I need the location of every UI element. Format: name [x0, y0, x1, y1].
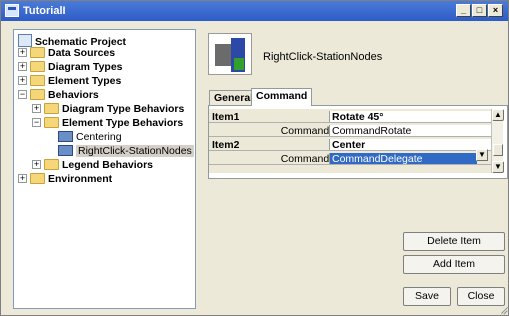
folder-icon: [30, 173, 45, 184]
grid-divider: [209, 164, 491, 165]
tree-item-behaviors[interactable]: Behaviors: [30, 88, 99, 102]
project-tree[interactable]: Schematic Project + Data Sources + Diagr…: [13, 29, 196, 309]
expand-diagram-type-behaviors-icon[interactable]: +: [32, 104, 41, 113]
expand-data-sources-icon[interactable]: +: [18, 48, 27, 57]
scroll-up-icon[interactable]: ▲: [492, 109, 504, 121]
tree-item-element-type-behaviors[interactable]: Element Type Behaviors: [44, 116, 183, 130]
tree-item-label: Centering: [76, 131, 122, 143]
tree-item-label: Data Sources: [48, 47, 116, 59]
delete-item-button[interactable]: Delete Item: [403, 232, 505, 251]
folder-icon: [30, 47, 45, 58]
collapse-element-type-behaviors-icon[interactable]: −: [32, 118, 41, 127]
folder-icon: [44, 159, 59, 170]
behavior-header-icon: [208, 33, 252, 75]
tree-item-label: Diagram Types: [48, 61, 123, 73]
maximize-icon[interactable]: □: [472, 4, 487, 17]
scroll-thumb[interactable]: [493, 144, 503, 156]
folder-icon: [30, 75, 45, 86]
close-icon[interactable]: ×: [488, 4, 503, 17]
tree-item-diagram-type-behaviors[interactable]: Diagram Type Behaviors: [44, 102, 184, 116]
expand-environment-icon[interactable]: +: [18, 174, 27, 183]
grid-divider: [209, 122, 491, 123]
folder-icon: [30, 61, 45, 72]
collapse-behaviors-icon[interactable]: −: [18, 90, 27, 99]
close-button[interactable]: Close: [457, 287, 505, 306]
expand-element-types-icon[interactable]: +: [18, 76, 27, 85]
tree-item-label: Element Type Behaviors: [62, 117, 184, 129]
tree-item-label: Element Types: [48, 75, 122, 87]
tree-item-diagram-types[interactable]: Diagram Types: [30, 60, 123, 74]
tree-item-rightclick-stationnodes[interactable]: RightClick-StationNodes: [58, 144, 194, 158]
tree-item-environment[interactable]: Environment: [30, 172, 112, 186]
open-folder-icon: [30, 89, 45, 100]
tree-item-legend-behaviors[interactable]: Legend Behaviors: [44, 158, 153, 172]
tree-item-label: Behaviors: [48, 89, 99, 101]
tree-item-data-sources[interactable]: Data Sources: [30, 46, 115, 60]
open-folder-icon: [44, 117, 59, 128]
app-icon: [5, 4, 19, 17]
tree-item-label: Environment: [48, 173, 113, 185]
add-item-button[interactable]: Add Item: [403, 255, 505, 274]
behavior-name-label: RightClick-StationNodes: [263, 51, 383, 63]
save-button[interactable]: Save: [403, 287, 451, 306]
main-window: TutorialI _ □ × Schematic Project + Data…: [0, 0, 509, 316]
tree-item-centering[interactable]: Centering: [58, 130, 122, 144]
window-title: TutorialI: [23, 5, 66, 17]
expand-diagram-types-icon[interactable]: +: [18, 62, 27, 71]
resize-grip-icon[interactable]: [498, 305, 508, 315]
tree-item-label: RightClick-StationNodes: [76, 145, 194, 157]
scroll-down-icon[interactable]: ▼: [492, 161, 504, 173]
minimize-icon[interactable]: _: [456, 4, 471, 17]
expand-legend-behaviors-icon[interactable]: +: [32, 160, 41, 169]
grid-divider: [209, 150, 491, 151]
tree-item-element-types[interactable]: Element Types: [30, 74, 121, 88]
grid-divider: [209, 136, 491, 137]
tab-command[interactable]: Command: [251, 88, 313, 106]
tree-item-label: Diagram Type Behaviors: [62, 103, 185, 115]
chevron-down-icon[interactable]: ▼: [476, 149, 488, 161]
behavior-node-icon: [58, 131, 73, 142]
title-bar[interactable]: TutorialI _ □ ×: [1, 1, 508, 21]
folder-icon: [44, 103, 59, 114]
behavior-node-icon: [58, 145, 73, 156]
tree-item-label: Legend Behaviors: [62, 159, 154, 171]
property-grid-scrollbar[interactable]: ▲ ▼: [491, 109, 504, 173]
